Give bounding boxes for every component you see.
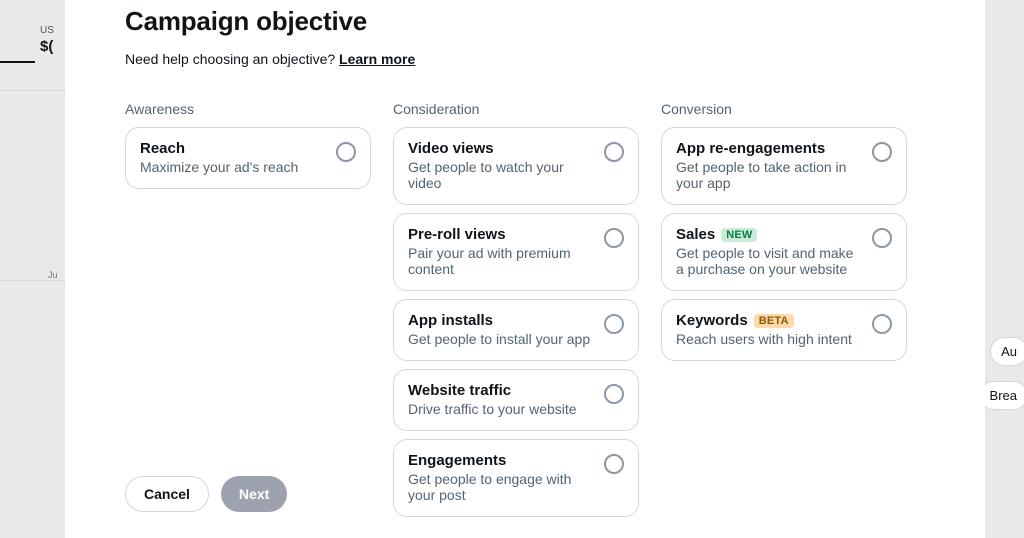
learn-more-link[interactable]: Learn more: [339, 51, 415, 67]
radio-unselected-icon[interactable]: [604, 384, 624, 404]
objective-card-reach[interactable]: Reach Maximize your ad's reach: [125, 127, 371, 189]
objective-card-preroll-views[interactable]: Pre-roll views Pair your ad with premium…: [393, 213, 639, 291]
card-desc: Get people to visit and make a purchase …: [676, 245, 862, 277]
objective-columns: Awareness Reach Maximize your ad's reach…: [125, 101, 925, 525]
page-title: Campaign objective: [125, 6, 925, 37]
help-text-row: Need help choosing an objective? Learn m…: [125, 51, 925, 67]
badge-beta: BETA: [754, 314, 794, 328]
card-desc: Get people to engage with your post: [408, 471, 594, 503]
background-right-panel: Au Brea: [984, 0, 1024, 538]
objective-card-sales[interactable]: Sales NEW Get people to visit and make a…: [661, 213, 907, 291]
badge-new: NEW: [721, 228, 757, 242]
radio-unselected-icon[interactable]: [604, 228, 624, 248]
radio-unselected-icon[interactable]: [872, 314, 892, 334]
column-header-awareness: Awareness: [125, 101, 371, 117]
help-text: Need help choosing an objective?: [125, 51, 339, 67]
radio-unselected-icon[interactable]: [604, 454, 624, 474]
objective-card-video-views[interactable]: Video views Get people to watch your vid…: [393, 127, 639, 205]
objective-card-app-reengagements[interactable]: App re-engagements Get people to take ac…: [661, 127, 907, 205]
card-title: App installs: [408, 312, 594, 329]
divider: [0, 90, 65, 91]
objective-card-app-installs[interactable]: App installs Get people to install your …: [393, 299, 639, 361]
column-header-conversion: Conversion: [661, 101, 907, 117]
column-conversion: Conversion App re-engagements Get people…: [661, 101, 907, 525]
bg-pill-brea: Brea: [979, 381, 1024, 410]
divider: [0, 280, 65, 281]
underline: [0, 61, 35, 63]
amount-label: $(: [40, 38, 53, 55]
card-title: Video views: [408, 140, 594, 157]
objective-card-keywords[interactable]: Keywords BETA Reach users with high inte…: [661, 299, 907, 361]
card-title: App re-engagements: [676, 140, 862, 157]
radio-unselected-icon[interactable]: [604, 142, 624, 162]
card-title: Reach: [140, 140, 326, 157]
next-button[interactable]: Next: [221, 476, 287, 512]
card-desc: Get people to install your app: [408, 331, 594, 347]
card-desc: Pair your ad with premium content: [408, 245, 594, 277]
campaign-objective-modal: Campaign objective Need help choosing an…: [65, 0, 985, 538]
card-desc: Get people to take action in your app: [676, 159, 862, 191]
card-title: Sales NEW: [676, 226, 862, 243]
card-title: Pre-roll views: [408, 226, 594, 243]
radio-unselected-icon[interactable]: [872, 228, 892, 248]
background-left-panel: US $( Ju: [0, 0, 65, 538]
modal-footer: Cancel Next: [125, 476, 287, 512]
column-consideration: Consideration Video views Get people to …: [393, 101, 639, 525]
radio-unselected-icon[interactable]: [336, 142, 356, 162]
column-header-consideration: Consideration: [393, 101, 639, 117]
card-desc: Reach users with high intent: [676, 331, 862, 347]
card-title: Website traffic: [408, 382, 594, 399]
card-title: Engagements: [408, 452, 594, 469]
bg-pill-au: Au: [990, 337, 1024, 366]
objective-card-website-traffic[interactable]: Website traffic Drive traffic to your we…: [393, 369, 639, 431]
card-desc: Drive traffic to your website: [408, 401, 594, 417]
card-desc: Get people to watch your video: [408, 159, 594, 191]
radio-unselected-icon[interactable]: [604, 314, 624, 334]
axis-label-fragment: Ju: [48, 270, 58, 280]
column-awareness: Awareness Reach Maximize your ad's reach: [125, 101, 371, 525]
objective-card-engagements[interactable]: Engagements Get people to engage with yo…: [393, 439, 639, 517]
radio-unselected-icon[interactable]: [872, 142, 892, 162]
card-desc: Maximize your ad's reach: [140, 159, 326, 175]
cancel-button[interactable]: Cancel: [125, 476, 209, 512]
card-title: Keywords BETA: [676, 312, 862, 329]
currency-label: US: [40, 25, 54, 36]
